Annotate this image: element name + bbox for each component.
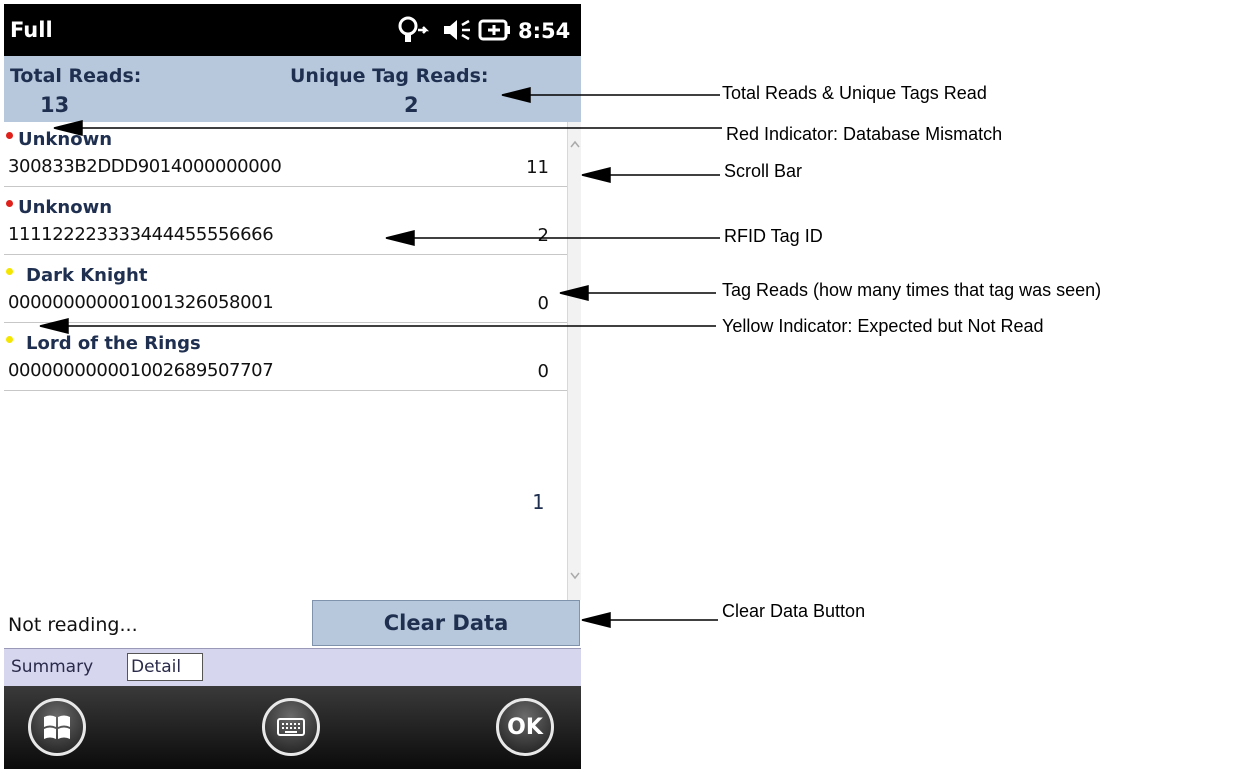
annotation-tag-reads: Tag Reads (how many times that tag was s… bbox=[722, 280, 1102, 300]
arrow-red-indicator-head bbox=[53, 120, 83, 136]
annotation-scroll-bar: Scroll Bar bbox=[724, 161, 803, 181]
arrow-total-unique-head bbox=[501, 87, 531, 103]
callout-arrows bbox=[39, 87, 722, 628]
annotation-rfid-tag-id: RFID Tag ID bbox=[724, 226, 823, 246]
arrow-clear-data-head bbox=[581, 612, 611, 628]
annotation-total-unique: Total Reads & Unique Tags Read bbox=[722, 83, 987, 103]
arrow-tag-reads-head bbox=[559, 285, 589, 301]
annotation-clear-data-button: Clear Data Button bbox=[722, 601, 866, 621]
arrow-rfid-tag-id-head bbox=[385, 230, 415, 246]
annotation-red-indicator: Red Indicator: Database Mismatch bbox=[726, 124, 1003, 144]
arrow-yellow-indicator-head bbox=[39, 318, 69, 334]
annotation-yellow-indicator: Yellow Indicator: Expected but Not Read bbox=[722, 316, 1044, 336]
arrow-scroll-bar-head bbox=[581, 167, 611, 183]
